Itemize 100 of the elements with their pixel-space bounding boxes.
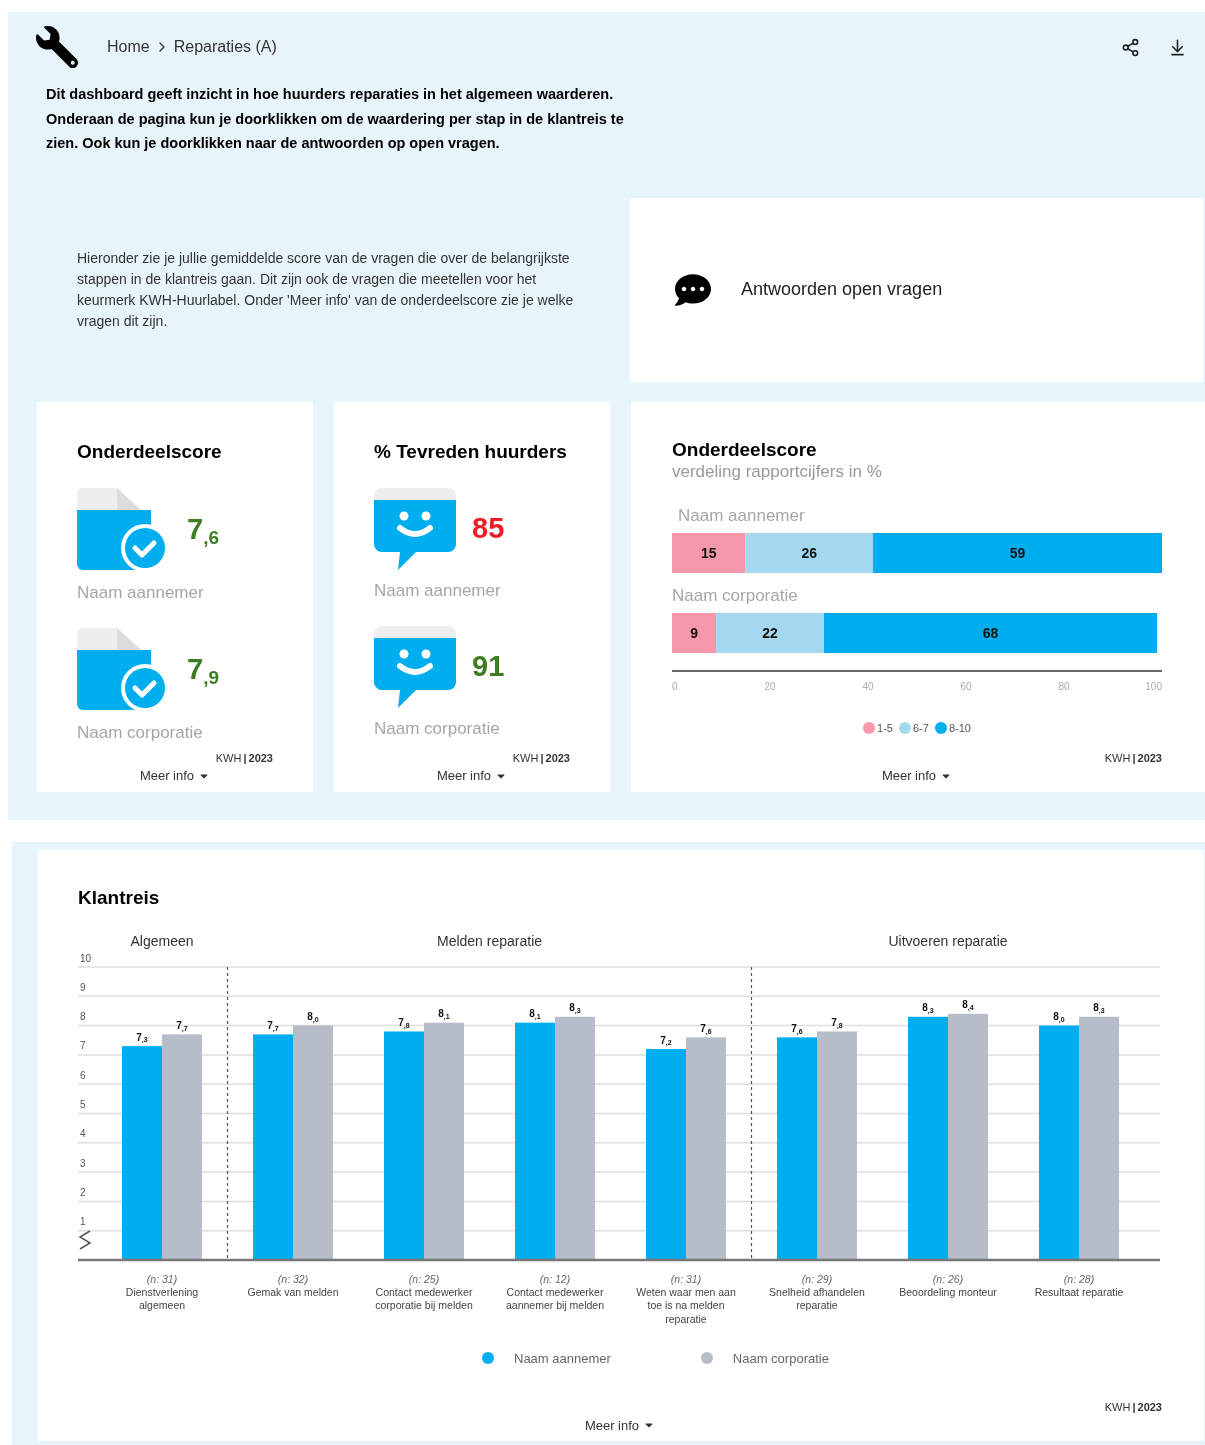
- value-label: 8$_{,4}$: [962, 1000, 974, 1011]
- sample-size-label: (n: 12): [539, 1271, 571, 1286]
- value-label: 7$_{,2}$: [660, 1035, 672, 1046]
- more-info-button[interactable]: Meer info: [584, 1415, 656, 1435]
- share-button[interactable]: [1121, 37, 1140, 57]
- category-label: Contact medewerker aannemer bij melden: [505, 1285, 605, 1313]
- separator: |: [1132, 1400, 1136, 1415]
- sample-size-label: (n: 32): [277, 1271, 309, 1286]
- legend-label: Naam corporatie: [732, 1349, 829, 1368]
- sample-size-label: (n: 29): [801, 1271, 833, 1286]
- card-title: % Tevreden huurders: [374, 439, 568, 464]
- score-value: 7$_{,6}$: [187, 512, 219, 550]
- card-subtitle: verdeling rapportcijfers in %: [672, 461, 883, 483]
- sample-size-label: (n: 31): [670, 1271, 702, 1286]
- sample-size-label: (n: 25): [408, 1271, 440, 1286]
- value-label: 7$_{,6}$: [700, 1023, 712, 1034]
- entity-label: Naam aannemer: [77, 582, 205, 604]
- wrench-icon: [36, 26, 78, 68]
- score-value: 85: [472, 511, 505, 547]
- tick-label: 4: [80, 1129, 86, 1140]
- value-label: 15: [700, 544, 717, 561]
- category-label: Contact medewerker corporatie bij melden: [374, 1285, 474, 1313]
- year-label: 2023: [1137, 750, 1162, 766]
- tick-label: 8: [80, 1012, 86, 1023]
- card-title: Klantreis: [78, 886, 161, 910]
- value-label: 7$_{,7}$: [267, 1020, 279, 1031]
- sample-size-label: (n: 28): [1063, 1271, 1095, 1286]
- tick-label: 100: [1145, 680, 1162, 692]
- source-label: KWH: [1104, 1400, 1131, 1415]
- category-label: Gemak van melden: [246, 1285, 340, 1300]
- intro-text: Dit dashboard geeft inzicht in hoe huurders reparaties in het algemeen waarderen. Onderaan de pagina kun je doorklikken om de waardering per stap in de klantreis te zien. Ook kun je doorklikken naar de antwoorden op open vragen.: [46, 85, 625, 153]
- group-title: Uitvoeren reparatie: [888, 931, 1008, 951]
- tick-label: 5: [80, 1100, 86, 1110]
- year-label: 2023: [1137, 1400, 1162, 1415]
- category-label: Beoordeling monteur: [898, 1285, 998, 1300]
- more-info-button[interactable]: Meer info: [139, 766, 211, 786]
- card-title: Onderdeelscore: [77, 439, 223, 464]
- tick-label: 7: [80, 1041, 86, 1052]
- value-label: 26: [801, 544, 817, 561]
- legend-label: 8-10: [948, 720, 971, 736]
- source-label: KWH: [512, 750, 539, 766]
- category-label: Naam aannemer: [678, 505, 805, 525]
- tick-label: 1: [80, 1217, 86, 1228]
- tick-label: 0: [672, 680, 678, 692]
- tick-label: 3: [80, 1158, 86, 1169]
- entity-label: Naam corporatie: [77, 721, 204, 744]
- tick-label: 10: [80, 953, 92, 964]
- score-value: 7$_{,9}$: [187, 651, 219, 690]
- smiley-chat-icon: [374, 625, 456, 708]
- sample-size-label: (n: 31): [146, 1271, 178, 1286]
- tick-label: 20: [764, 680, 776, 692]
- more-info-button[interactable]: Meer info: [436, 766, 508, 786]
- explanation-text: Hieronder zie je jullie gemiddelde score van de vragen die over de belangrijkste stappen in de klantreis gaan. Dit zijn ook de vragen die meetellen voor het keurmerk KWH-Huurlabel. Onder 'Meer info' van de onderdeelscore zie je welke vragen dit zijn.: [77, 248, 575, 331]
- open-questions-link[interactable]: Antwoorden open vragen: [741, 276, 943, 303]
- tick-label: 40: [862, 680, 874, 692]
- separator: |: [1132, 750, 1136, 766]
- entity-label: Naam aannemer: [374, 580, 502, 602]
- category-label: Dienstverlening algemeen: [124, 1285, 200, 1313]
- value-label: 68: [982, 624, 999, 641]
- open-questions-card[interactable]: Antwoorden open vragen: [630, 197, 1203, 382]
- year-label: 2023: [545, 750, 570, 766]
- value-label: 8$_{,0}$: [1053, 1012, 1065, 1023]
- value-label: 7$_{,6}$: [791, 1023, 803, 1034]
- value-label: 7$_{,7}$: [176, 1020, 188, 1031]
- chat-icon: [675, 271, 711, 308]
- category-label: Snelheid afhandelen reparatie: [768, 1285, 866, 1313]
- smiley-chat-icon: [374, 488, 456, 570]
- tick-label: 60: [960, 680, 972, 692]
- axis-break-icon: [78, 1229, 92, 1250]
- score-value: 91: [472, 648, 505, 684]
- value-label: 8$_{,3}$: [922, 1003, 934, 1014]
- breadcrumb-link[interactable]: Home: [107, 35, 150, 59]
- tick-label: 9: [80, 982, 86, 993]
- legend-label: 6-7: [913, 720, 929, 736]
- value-label: 8$_{,3}$: [1093, 1003, 1105, 1014]
- card-title: Onderdeelscore: [672, 437, 818, 462]
- value-label: 7$_{,8}$: [398, 1017, 410, 1028]
- legend-label: Naam aannemer: [514, 1349, 611, 1368]
- category-label: Weten waar men aan toe is na melden reparatie: [636, 1285, 736, 1327]
- category-label: Resultaat reparatie: [1033, 1285, 1125, 1300]
- value-label: 8$_{,3}$: [569, 1003, 581, 1014]
- more-info-button[interactable]: Meer info: [881, 766, 953, 786]
- category-label: Naam corporatie: [672, 585, 798, 605]
- value-label: 8$_{,1}$: [529, 1009, 541, 1020]
- value-label: 9: [690, 624, 698, 641]
- value-label: 8$_{,0}$: [307, 1012, 319, 1023]
- value-label: 7$_{,3}$: [136, 1032, 148, 1043]
- separator: |: [540, 750, 544, 766]
- value-label: 7$_{,8}$: [831, 1017, 843, 1028]
- entity-label: Naam corporatie: [374, 717, 501, 740]
- value-label: 22: [762, 624, 778, 641]
- legend-label: 1-5: [877, 720, 893, 736]
- breadcrumb-current: Reparaties (A): [173, 37, 277, 57]
- download-button[interactable]: [1168, 37, 1187, 57]
- tick-label: 80: [1058, 680, 1070, 692]
- tick-label: 6: [80, 1070, 86, 1081]
- group-title: Algemeen: [130, 931, 194, 951]
- year-label: 2023: [248, 750, 273, 766]
- tick-label: 2: [80, 1187, 86, 1198]
- source-label: KWH: [1104, 750, 1131, 766]
